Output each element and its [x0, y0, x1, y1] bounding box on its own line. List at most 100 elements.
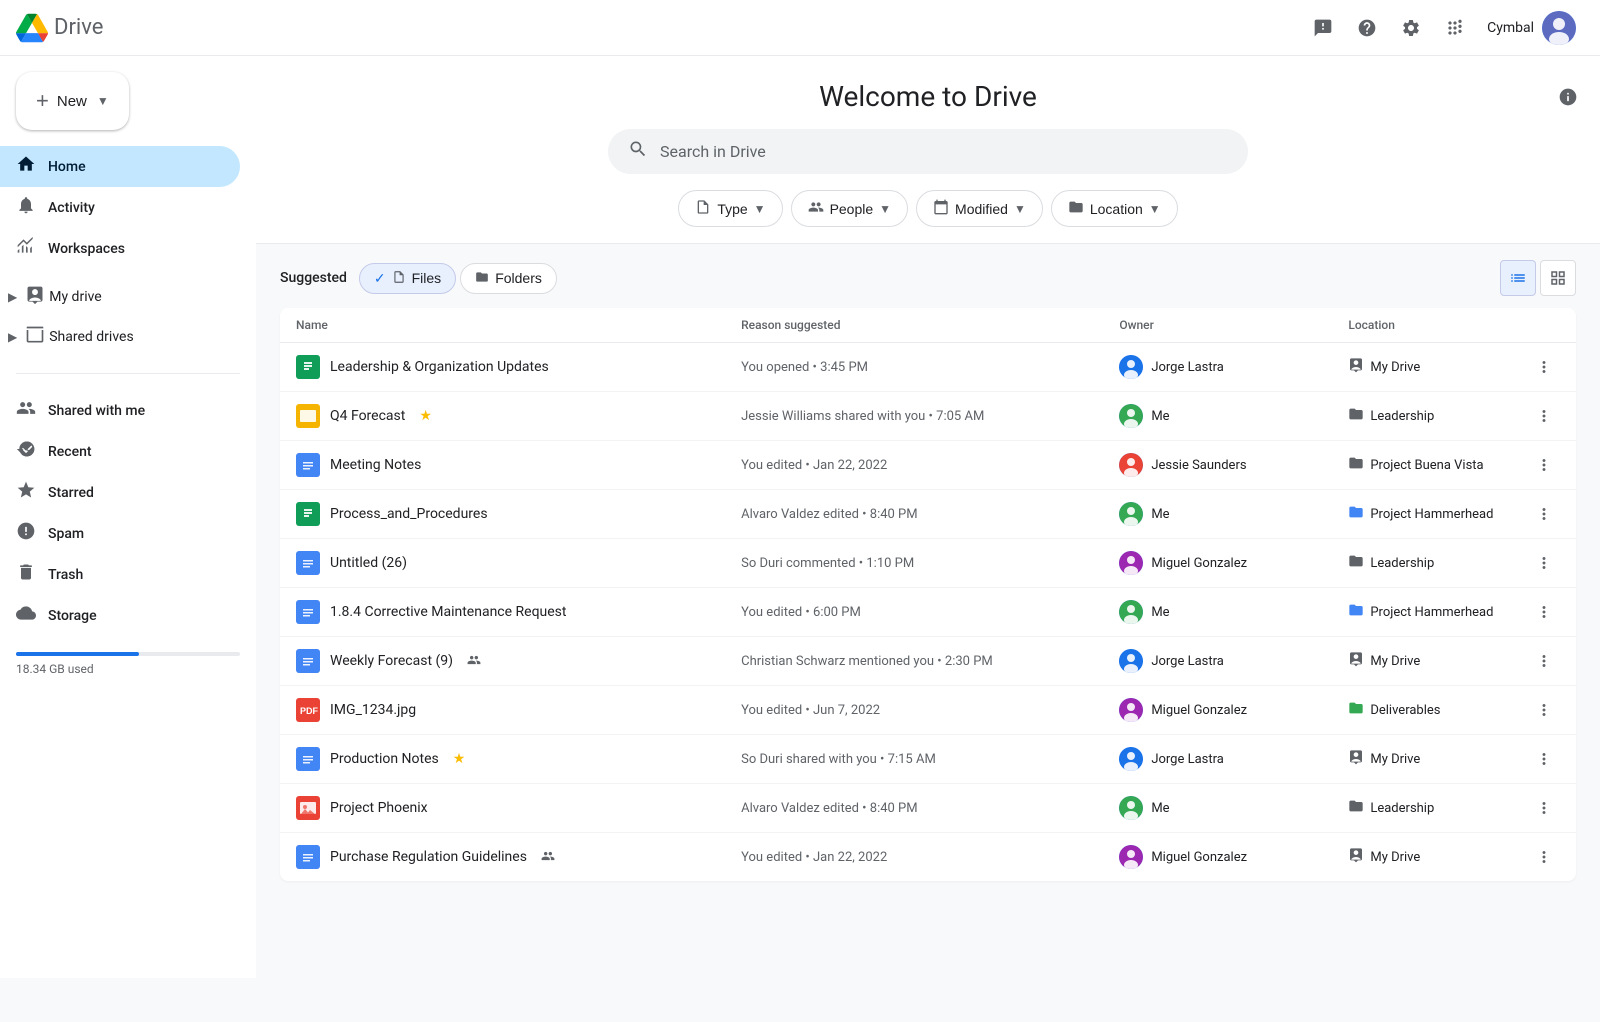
shared-drives-arrow: ▶ [4, 326, 21, 348]
more-options-button[interactable] [1528, 449, 1560, 481]
reason-cell: You edited • Jan 22, 2022 [725, 833, 1103, 882]
modified-arrow: ▼ [1014, 202, 1026, 216]
location-name: Leadership [1370, 409, 1434, 424]
owner-avatar [1119, 551, 1143, 575]
account-button[interactable]: Cymbal [1479, 11, 1584, 45]
app-logo[interactable]: Drive [16, 12, 103, 44]
modified-icon [933, 199, 949, 218]
trash-label: Trash [48, 567, 83, 583]
more-options-button[interactable] [1528, 694, 1560, 726]
location-name: Leadership [1370, 801, 1434, 816]
more-options-button[interactable] [1528, 792, 1560, 824]
shared-drives-icon [25, 325, 45, 349]
table-row: Q4 Forecast ★ Jessie Williams shared wit… [280, 392, 1576, 441]
svg-text:PDF: PDF [300, 706, 319, 716]
table-row: Weekly Forecast (9) Christian Schwarz me… [280, 637, 1576, 686]
location-cell[interactable]: My Drive [1332, 343, 1512, 392]
owner-avatar [1119, 796, 1143, 820]
sidebar-item-my-drive[interactable]: ▶ My drive [0, 277, 240, 317]
apps-button[interactable] [1435, 8, 1475, 48]
more-options-button[interactable] [1528, 400, 1560, 432]
location-cell[interactable]: Leadership [1332, 539, 1512, 588]
filter-modified[interactable]: Modified ▼ [916, 190, 1043, 227]
sidebar-item-recent[interactable]: Recent [0, 431, 240, 472]
location-cell[interactable]: My Drive [1332, 637, 1512, 686]
file-name-cell[interactable]: Weekly Forecast (9) [280, 637, 725, 686]
people-label: People [830, 201, 874, 217]
more-options-button[interactable] [1528, 743, 1560, 775]
tab-files[interactable]: ✓ Files [359, 263, 456, 294]
table-row: Meeting Notes You edited • Jan 22, 2022 … [280, 441, 1576, 490]
file-name: IMG_1234.jpg [330, 702, 416, 718]
file-name-cell[interactable]: Meeting Notes [280, 441, 725, 490]
feedback-button[interactable] [1303, 8, 1343, 48]
type-arrow: ▼ [754, 202, 766, 216]
list-view-button[interactable] [1500, 260, 1536, 296]
help-button[interactable] [1347, 8, 1387, 48]
more-options-button[interactable] [1528, 596, 1560, 628]
more-options-button[interactable] [1528, 645, 1560, 677]
filter-people[interactable]: People ▼ [791, 190, 908, 227]
sidebar-item-workspaces[interactable]: Workspaces [0, 228, 240, 269]
file-type-icon [296, 845, 320, 869]
sidebar-item-trash[interactable]: Trash [0, 554, 240, 595]
grid-view-button[interactable] [1540, 260, 1576, 296]
more-options-button[interactable] [1528, 498, 1560, 530]
filter-location[interactable]: Location ▼ [1051, 190, 1178, 227]
sidebar-item-storage[interactable]: Storage [0, 595, 240, 636]
star-icon: ★ [453, 751, 466, 767]
location-cell[interactable]: My Drive [1332, 833, 1512, 882]
owner-avatar [1119, 453, 1143, 477]
sidebar-item-home[interactable]: Home [0, 146, 240, 187]
tab-files-label: Files [412, 270, 442, 286]
file-type-icon [296, 747, 320, 771]
more-options-button[interactable] [1528, 841, 1560, 873]
search-placeholder: Search in Drive [660, 142, 1228, 161]
location-cell[interactable]: Project Buena Vista [1332, 441, 1512, 490]
file-name-cell[interactable]: PDF IMG_1234.jpg [280, 686, 725, 735]
file-name-cell[interactable]: Purchase Regulation Guidelines [280, 833, 725, 882]
sidebar-item-shared-drives[interactable]: ▶ Shared drives [0, 317, 240, 357]
location-cell[interactable]: Project Hammerhead [1332, 588, 1512, 637]
more-actions-cell [1512, 343, 1576, 392]
more-actions-cell [1512, 686, 1576, 735]
owner-name: Me [1151, 507, 1169, 522]
more-options-button[interactable] [1528, 547, 1560, 579]
sidebar-item-starred[interactable]: Starred [0, 472, 240, 513]
location-cell[interactable]: Leadership [1332, 392, 1512, 441]
file-name-cell[interactable]: Leadership & Organization Updates [280, 343, 725, 392]
new-button[interactable]: + New ▼ [16, 72, 129, 130]
file-name-cell[interactable]: Project Phoenix [280, 784, 725, 833]
settings-button[interactable] [1391, 8, 1431, 48]
reason-cell: So Duri commented • 1:10 PM [725, 539, 1103, 588]
owner-avatar [1119, 698, 1143, 722]
file-name-cell[interactable]: 1.8.4 Corrective Maintenance Request [280, 588, 725, 637]
file-name: Leadership & Organization Updates [330, 359, 549, 375]
info-button[interactable] [1552, 81, 1584, 113]
file-name-cell[interactable]: Process_and_Procedures [280, 490, 725, 539]
location-label: Location [1090, 201, 1143, 217]
owner-name: Jessie Saunders [1151, 458, 1246, 473]
file-name-cell[interactable]: Untitled (26) [280, 539, 725, 588]
workspaces-icon [16, 236, 36, 261]
location-cell[interactable]: Deliverables [1332, 686, 1512, 735]
layout: + New ▼ Home Activity Workspaces ▶ [0, 0, 1600, 1022]
file-name: Q4 Forecast [330, 408, 405, 424]
location-name: My Drive [1370, 752, 1420, 767]
tab-folders[interactable]: Folders [460, 263, 557, 294]
file-name-cell[interactable]: Production Notes ★ [280, 735, 725, 784]
file-name-cell[interactable]: Q4 Forecast ★ [280, 392, 725, 441]
location-cell[interactable]: My Drive [1332, 735, 1512, 784]
owner-cell: Jorge Lastra [1103, 343, 1332, 392]
sidebar-item-spam[interactable]: Spam [0, 513, 240, 554]
owner-name: Me [1151, 409, 1169, 424]
sidebar-item-activity[interactable]: Activity [0, 187, 240, 228]
owner-avatar [1119, 845, 1143, 869]
location-cell[interactable]: Leadership [1332, 784, 1512, 833]
location-cell[interactable]: Project Hammerhead [1332, 490, 1512, 539]
suggested-label: Suggested [280, 270, 347, 286]
sidebar-item-shared-with-me[interactable]: Shared with me [0, 390, 240, 431]
more-options-button[interactable] [1528, 351, 1560, 383]
filter-type[interactable]: Type ▼ [678, 190, 782, 227]
search-bar[interactable]: Search in Drive [608, 129, 1248, 174]
